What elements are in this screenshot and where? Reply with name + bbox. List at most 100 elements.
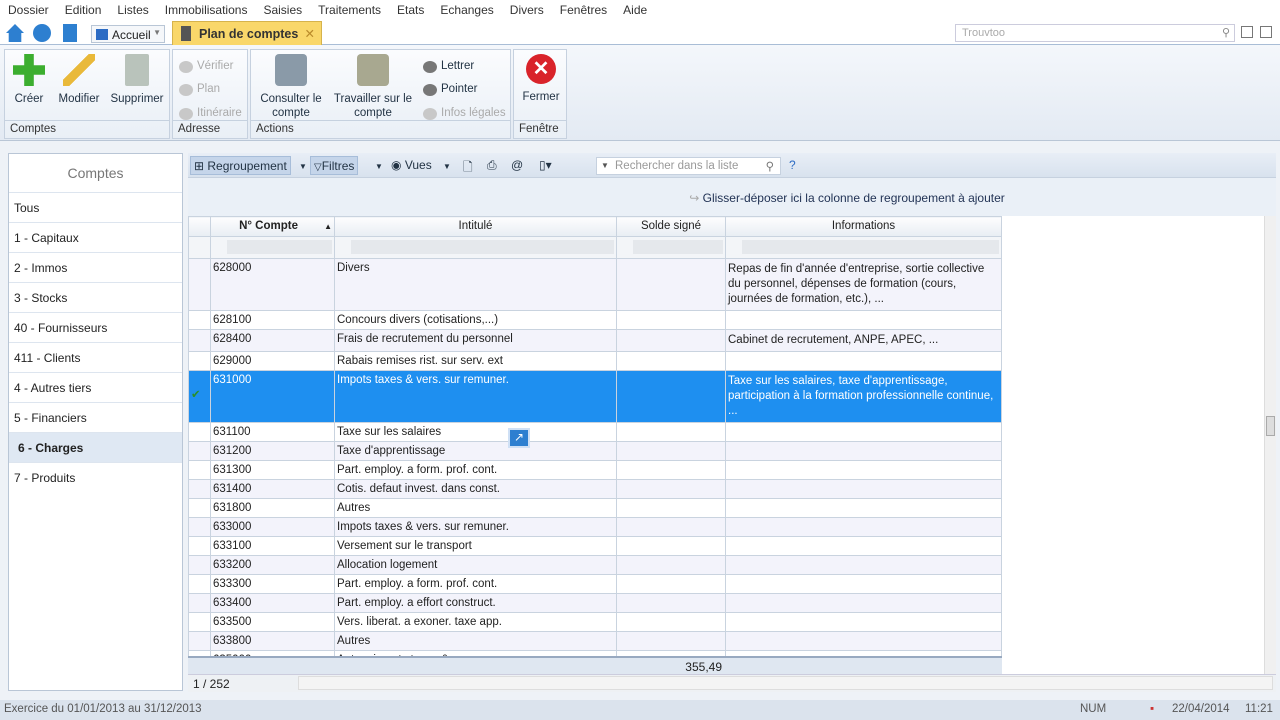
sidebar-item[interactable]: 1 - Capitaux <box>9 222 182 252</box>
table-row[interactable]: 633200 Allocation logement <box>188 555 1002 575</box>
row-checkbox[interactable] <box>188 536 211 556</box>
column-header-info[interactable]: Informations <box>725 216 1002 237</box>
chevron-down-icon[interactable]: ▼ <box>440 160 454 179</box>
row-checkbox[interactable] <box>188 612 211 632</box>
document-icon[interactable] <box>63 24 77 42</box>
views-button[interactable]: ◉ Vues <box>388 156 435 175</box>
row-checkbox[interactable] <box>188 498 211 518</box>
email-icon[interactable]: @ <box>508 156 526 175</box>
row-checkbox[interactable] <box>188 574 211 594</box>
menu-item[interactable]: Divers <box>502 0 552 21</box>
chevron-down-icon[interactable]: ▼ <box>601 161 609 170</box>
row-checkbox[interactable] <box>188 329 211 352</box>
restore-icon[interactable] <box>1241 26 1253 38</box>
row-checkbox[interactable] <box>188 631 211 651</box>
menu-item[interactable]: Etats <box>389 0 432 21</box>
help-button[interactable]: ? <box>786 156 799 175</box>
global-search-input[interactable]: Trouvtoo ⚲ <box>955 24 1235 42</box>
row-checkbox[interactable] <box>188 517 211 537</box>
row-checkbox[interactable] <box>188 441 211 461</box>
sidebar-item[interactable]: 2 - Immos <box>9 252 182 282</box>
sidebar-item[interactable]: 7 - Produits <box>9 462 182 492</box>
table-row[interactable]: 629000 Rabais remises rist. sur serv. ext <box>188 351 1002 371</box>
filter-balance[interactable] <box>616 236 726 259</box>
export-icon[interactable]: ⎙ <box>484 156 500 175</box>
table-row[interactable]: 633800 Autres <box>188 631 1002 651</box>
sidebar-item[interactable]: 40 - Fournisseurs <box>9 312 182 342</box>
menu-item[interactable]: Fenêtres <box>552 0 615 21</box>
row-checkbox[interactable] <box>188 258 211 311</box>
create-button[interactable]: Créer <box>9 54 49 106</box>
row-checkbox[interactable] <box>188 479 211 499</box>
sidebar-item[interactable]: 4 - Autres tiers <box>9 372 182 402</box>
sidebar-item[interactable]: Tous <box>9 192 182 222</box>
table-row[interactable]: 631800 Autres <box>188 498 1002 518</box>
sidebar-item[interactable]: 3 - Stocks <box>9 282 182 312</box>
sidebar-item[interactable]: 6 - Charges <box>9 432 182 462</box>
menu-item[interactable]: Dossier <box>0 0 57 21</box>
table-row[interactable]: 628000 Divers Repas de fin d'année d'entre… <box>188 258 1002 311</box>
horizontal-scrollbar[interactable] <box>298 676 1273 690</box>
filters-button[interactable]: ▽Filtres <box>310 156 359 175</box>
modify-button[interactable]: Modifier <box>55 54 103 106</box>
table-row[interactable]: 628400 Frais de recrutement du personnel C… <box>188 329 1002 352</box>
point-button[interactable]: Pointer <box>423 83 477 96</box>
close-window-icon[interactable] <box>1260 26 1272 38</box>
letter-button[interactable]: Lettrer <box>423 60 474 73</box>
chevron-down-icon[interactable]: ▼ <box>153 28 161 37</box>
table-row[interactable]: 633300 Part. employ. a form. prof. cont. <box>188 574 1002 594</box>
filter-account-number[interactable] <box>210 236 335 259</box>
sidebar-item[interactable]: 411 - Clients <box>9 342 182 372</box>
legal-info-button[interactable]: Infos légales <box>423 107 506 120</box>
verify-button[interactable]: Vérifier <box>179 60 233 73</box>
filter-label[interactable] <box>334 236 617 259</box>
row-checkbox[interactable] <box>188 422 211 442</box>
row-checkbox[interactable] <box>188 351 211 371</box>
select-all-checkbox[interactable] <box>188 216 211 237</box>
table-row[interactable]: 631300 Part. employ. a form. prof. cont. <box>188 460 1002 480</box>
table-row[interactable]: 633500 Vers. liberat. a exoner. taxe app. <box>188 612 1002 632</box>
route-button[interactable]: Itinéraire <box>179 107 242 120</box>
table-row[interactable]: 633000 Impots taxes & vers. sur remuner. <box>188 517 1002 537</box>
search-icon[interactable]: ⚲ <box>766 159 774 173</box>
menu-item[interactable]: Edition <box>57 0 110 21</box>
preview-icon[interactable]: 🗋 <box>460 156 476 175</box>
menu-item[interactable]: Traitements <box>310 0 389 21</box>
row-checkbox[interactable] <box>188 555 211 575</box>
accueil-tab[interactable]: Accueil ▼ <box>91 25 165 43</box>
group-drop-zone[interactable]: ↪ Glisser-déposer ici la colonne de regr… <box>188 178 1276 216</box>
table-row[interactable]: 633400 Part. employ. a effort construct. <box>188 593 1002 613</box>
clipboard-icon[interactable]: ▯▾ <box>536 156 555 175</box>
column-header-balance[interactable]: Solde signé <box>616 216 726 237</box>
table-row[interactable]: 631400 Cotis. defaut invest. dans const. <box>188 479 1002 499</box>
column-header-account-number[interactable]: N° Compte ▲ <box>210 216 335 237</box>
grouping-button[interactable]: ⊞ Regroupement <box>190 156 291 175</box>
table-row[interactable]: 631200 Taxe d'apprentissage <box>188 441 1002 461</box>
list-search-input[interactable]: ▼ Rechercher dans la liste ⚲ <box>596 157 781 175</box>
row-checkbox[interactable]: ✔ <box>188 370 211 423</box>
chevron-down-icon[interactable]: ▼ <box>372 160 386 179</box>
column-header-label[interactable]: Intitulé <box>334 216 617 237</box>
sidebar-item[interactable]: 5 - Financiers <box>9 402 182 432</box>
search-icon[interactable]: ⚲ <box>1222 26 1230 39</box>
vertical-scrollbar[interactable] <box>1264 216 1276 674</box>
table-row[interactable]: 631100 Taxe sur les salaires <box>188 422 1002 442</box>
close-tab-icon[interactable]: ✕ <box>305 26 315 41</box>
row-checkbox[interactable] <box>188 460 211 480</box>
menu-item[interactable]: Echanges <box>432 0 501 21</box>
home-icon[interactable] <box>6 24 24 42</box>
tab-plan-de-comptes[interactable]: Plan de comptes ✕ <box>172 21 322 45</box>
chevron-down-icon[interactable]: ▼ <box>296 160 310 179</box>
delete-button[interactable]: Supprimer <box>107 54 167 106</box>
table-row[interactable]: 628100 Concours divers (cotisations,...) <box>188 310 1002 330</box>
consult-account-button[interactable]: Consulter le compte <box>257 54 325 120</box>
menu-item[interactable]: Aide <box>615 0 655 21</box>
menu-item[interactable]: Immobilisations <box>157 0 256 21</box>
menu-item[interactable]: Listes <box>109 0 156 21</box>
row-checkbox[interactable] <box>188 593 211 613</box>
menu-item[interactable]: Saisies <box>255 0 310 21</box>
chart-icon[interactable] <box>33 24 51 42</box>
close-button[interactable]: ✕ Fermer <box>518 54 564 104</box>
table-row[interactable]: ✔ 631000 Impots taxes & vers. sur remuner.… <box>188 370 1002 423</box>
table-row[interactable]: 633100 Versement sur le transport <box>188 536 1002 556</box>
